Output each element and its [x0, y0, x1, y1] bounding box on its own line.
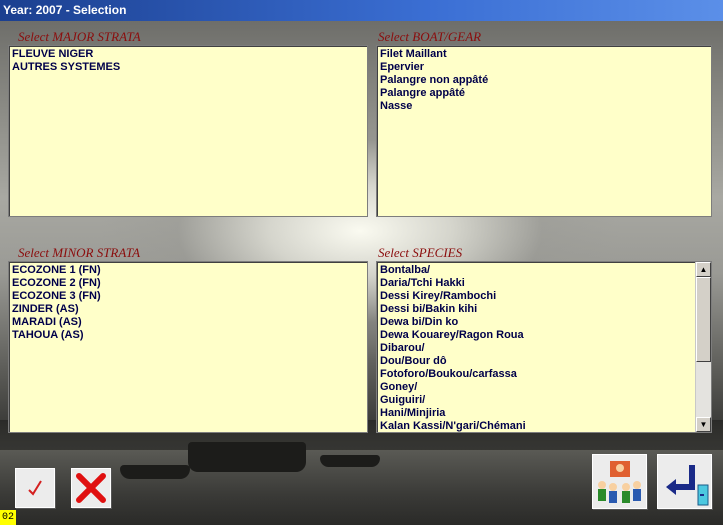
list-item[interactable]: Epervier	[380, 61, 708, 74]
list-item[interactable]: Hani/Minjiria	[380, 407, 708, 420]
list-item[interactable]: Guiguiri/	[380, 394, 708, 407]
cancel-button[interactable]	[71, 468, 111, 508]
list-item[interactable]: ECOZONE 1 (FN)	[12, 264, 364, 277]
list-item[interactable]: Fotoforo/Boukou/carfassa	[380, 368, 708, 381]
list-item[interactable]: Dessi Kirey/Rambochi	[380, 290, 708, 303]
list-item[interactable]: Dewa Kouarey/Ragon Roua	[380, 329, 708, 342]
species-list[interactable]: Bontalba/ Daria/Tchi Hakki Dessi Kirey/R…	[376, 261, 712, 433]
list-item[interactable]: FLEUVE NIGER	[12, 48, 364, 61]
status-indicator: 02	[0, 510, 16, 525]
list-item[interactable]: Dessi bi/Bakin kihi	[380, 303, 708, 316]
boat-gear-list[interactable]: Filet Maillant Epervier Palangre non app…	[376, 45, 712, 217]
list-item[interactable]: Filet Maillant	[380, 48, 708, 61]
list-item[interactable]: Dou/Bour dô	[380, 355, 708, 368]
list-item[interactable]: Goney/	[380, 381, 708, 394]
minor-strata-label: Select MINOR STRATA	[18, 245, 141, 260]
background-boat	[120, 465, 190, 479]
list-item[interactable]: Palangre non appâté	[380, 74, 708, 87]
list-item[interactable]: ECOZONE 2 (FN)	[12, 277, 364, 290]
background-boat	[320, 455, 380, 467]
checkmark-icon	[28, 480, 42, 496]
group-icon	[598, 461, 641, 503]
list-item[interactable]: Dibarou/	[380, 342, 708, 355]
list-item[interactable]: MARADI (AS)	[12, 316, 364, 329]
ok-button[interactable]	[15, 468, 55, 508]
list-item[interactable]: Kalan Kassi/N'gari/Chémani	[380, 420, 708, 432]
scroll-down-button[interactable]: ▼	[696, 417, 711, 432]
list-item[interactable]: Nasse	[380, 100, 708, 113]
list-item[interactable]: Daria/Tchi Hakki	[380, 277, 708, 290]
scroll-up-button[interactable]: ▲	[696, 262, 711, 277]
window-title: Year: 2007 - Selection	[0, 0, 723, 21]
major-strata-list[interactable]: FLEUVE NIGER AUTRES SYSTEMES	[8, 45, 368, 217]
x-icon	[76, 473, 106, 503]
species-scrollbar[interactable]: ▲ ▼	[695, 262, 711, 432]
group-button[interactable]	[592, 454, 647, 509]
list-item[interactable]: Palangre appâté	[380, 87, 708, 100]
species-label: Select SPECIES	[378, 245, 463, 260]
list-item[interactable]: ZINDER (AS)	[12, 303, 364, 316]
list-item[interactable]: TAHOUA (AS)	[12, 329, 364, 342]
list-item[interactable]: Dewa bi/Din ko	[380, 316, 708, 329]
major-strata-label: Select MAJOR STRATA	[18, 29, 141, 44]
exit-icon	[666, 465, 709, 506]
list-item[interactable]: Bontalba/	[380, 264, 708, 277]
background-boat	[188, 442, 306, 472]
boat-gear-label: Select BOAT/GEAR	[378, 29, 482, 44]
list-item[interactable]: ECOZONE 3 (FN)	[12, 290, 364, 303]
minor-strata-list[interactable]: ECOZONE 1 (FN) ECOZONE 2 (FN) ECOZONE 3 …	[8, 261, 368, 433]
scroll-thumb[interactable]	[696, 277, 711, 362]
exit-button[interactable]	[657, 454, 712, 509]
list-item[interactable]: AUTRES SYSTEMES	[12, 61, 364, 74]
